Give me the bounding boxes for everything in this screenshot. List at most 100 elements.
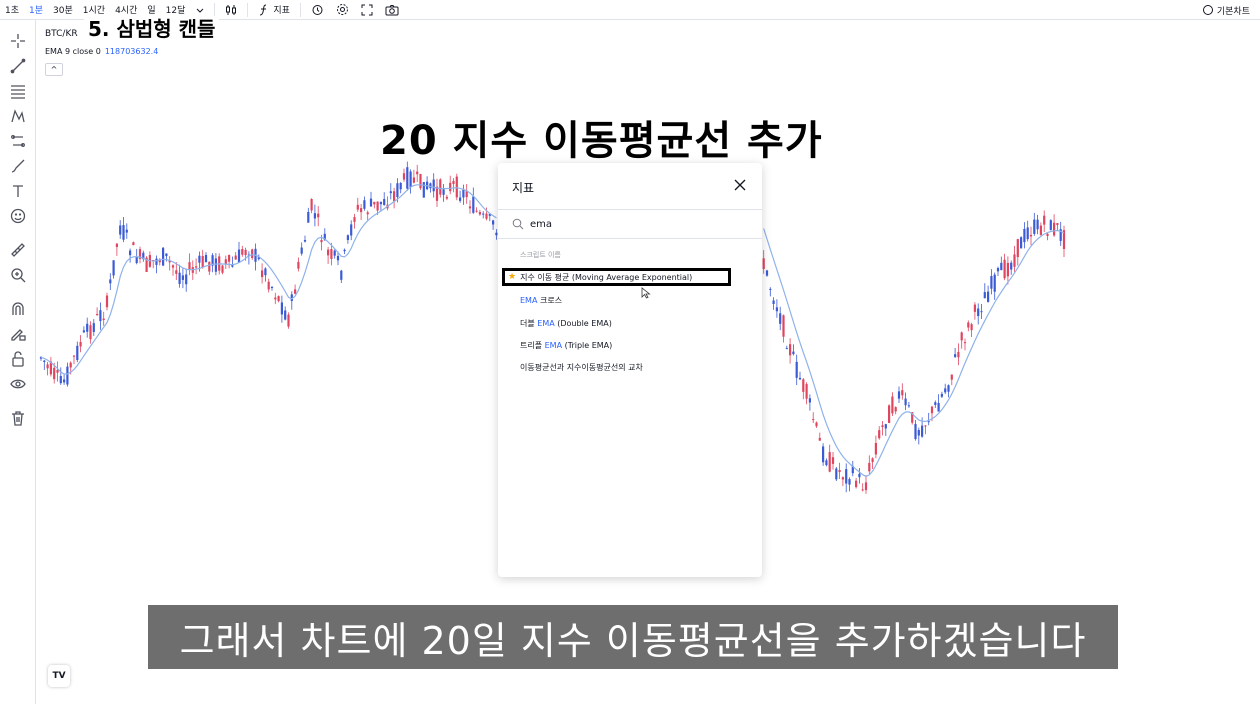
candle-body <box>76 345 79 361</box>
magnet-icon <box>12 302 24 315</box>
zoom-tool[interactable] <box>9 266 27 284</box>
timeframe-12month[interactable]: 12달 <box>161 3 191 16</box>
result-ema[interactable]: ★ 지수 이동 평균 (Moving Average Exponential) <box>502 268 731 286</box>
search-input[interactable] <box>530 218 730 230</box>
fullscreen-button[interactable] <box>355 4 379 16</box>
candle-body <box>102 318 105 321</box>
candle-body <box>343 249 346 252</box>
candle-body <box>412 177 415 183</box>
candle-body <box>812 419 815 421</box>
alert-button[interactable] <box>305 3 330 16</box>
candle-body <box>825 460 828 466</box>
candle-body <box>366 212 369 215</box>
candle-body <box>845 469 848 484</box>
ema-legend: EMA 9 close 0 118703632.4 <box>45 47 158 56</box>
crosshair-tool[interactable] <box>9 32 27 50</box>
ruler-tool[interactable] <box>9 241 27 259</box>
delete-tool[interactable] <box>9 409 27 427</box>
visibility-tool[interactable] <box>9 375 27 393</box>
settings-button[interactable] <box>330 3 355 16</box>
candle-body <box>155 258 158 265</box>
timeframe-1s[interactable]: 1초 <box>0 3 24 16</box>
timeframe-day[interactable]: 일 <box>142 3 160 16</box>
candle-body <box>868 462 871 472</box>
candle-type-button[interactable] <box>219 4 243 16</box>
result-ma-ema-cross[interactable]: 이동평균선과 지수이동평균선의 교차 <box>520 362 643 373</box>
candle-body <box>340 270 343 280</box>
candle-body <box>72 355 76 357</box>
brush-tool[interactable] <box>9 157 27 175</box>
timeframe-30m[interactable]: 30분 <box>48 3 78 16</box>
candle-body <box>921 425 924 437</box>
candle-body <box>907 405 910 407</box>
candle-body <box>221 265 224 273</box>
fullscreen-icon <box>361 4 373 15</box>
candle-body <box>105 295 109 308</box>
candle-body <box>261 270 264 278</box>
timeframe-1h[interactable]: 1시간 <box>78 3 110 16</box>
candle-body <box>204 255 208 263</box>
candle-body <box>46 364 49 369</box>
candle-body <box>963 342 967 344</box>
timeframe-4h[interactable]: 4시간 <box>110 3 142 16</box>
screenshot-button[interactable] <box>379 4 405 16</box>
candle-body <box>330 249 333 259</box>
timeframe-1m[interactable]: 1분 <box>24 3 48 16</box>
candle-body <box>1006 262 1009 277</box>
candle-body <box>369 198 373 207</box>
text-tool[interactable] <box>9 182 27 200</box>
candle-body <box>973 304 976 312</box>
lock-tool[interactable] <box>9 350 27 368</box>
candle-body <box>1013 254 1016 267</box>
candle-body <box>435 186 439 201</box>
prediction-tool[interactable] <box>9 132 27 150</box>
candle-body <box>462 189 465 198</box>
crosshair-icon <box>11 34 25 48</box>
candle-body <box>445 196 448 199</box>
candle-body <box>122 225 125 240</box>
candle-body <box>162 247 165 266</box>
timeframe-dropdown[interactable] <box>190 6 210 14</box>
candle-body <box>356 204 359 210</box>
main-caption: 20 지수 이동평균선 추가 <box>380 118 823 164</box>
result-triple-ema[interactable]: 트리플 EMA (Triple EMA) <box>520 340 612 351</box>
result-double-ema[interactable]: 더블 EMA (Double EMA) <box>520 318 612 329</box>
candle-body <box>449 182 452 192</box>
chart-style-toggle[interactable]: 기본차트 <box>1202 0 1250 20</box>
candle-body <box>419 174 422 189</box>
toolbar-divider <box>214 2 216 17</box>
indicators-dialog: 지표 스크립트 이름 ★ 지수 이동 평균 (Moving Average Ex… <box>498 163 762 577</box>
fib-tool[interactable] <box>9 82 27 100</box>
legend-collapse-button[interactable]: ^ <box>45 63 63 76</box>
result-ema-cross[interactable]: EMA 크로스 <box>520 295 562 306</box>
candle-body <box>881 425 884 428</box>
emoji-tool[interactable] <box>9 207 27 225</box>
tradingview-logo[interactable]: TV <box>48 665 70 687</box>
indicators-button[interactable]: 지표 <box>252 3 296 16</box>
candle-body <box>802 379 805 392</box>
pattern-tool[interactable] <box>9 107 27 125</box>
magnet-tool[interactable] <box>9 300 27 318</box>
pencil-lock-icon <box>11 329 26 341</box>
candle-body <box>195 266 198 268</box>
close-icon[interactable] <box>732 177 748 193</box>
eye-icon <box>10 379 26 389</box>
candle-body <box>237 249 241 263</box>
candle-body <box>1010 262 1013 270</box>
candle-body <box>333 250 336 256</box>
candle-body <box>416 171 419 175</box>
candle-body <box>798 377 802 380</box>
candle-body <box>406 167 409 189</box>
candle-body <box>950 374 953 380</box>
star-icon[interactable]: ★ <box>508 272 516 282</box>
ema-legend-value: 118703632.4 <box>104 47 159 56</box>
candle-body <box>831 457 835 464</box>
trendline-tool[interactable] <box>9 57 27 75</box>
zoom-in-icon <box>11 268 26 283</box>
candle-body <box>1026 227 1029 240</box>
candle-body <box>399 182 402 190</box>
section-title: 5. 삼법형 캔들 <box>84 16 220 42</box>
lock-drawing-tool[interactable] <box>9 325 27 343</box>
candle-body <box>346 235 349 240</box>
candle-body <box>762 258 765 270</box>
